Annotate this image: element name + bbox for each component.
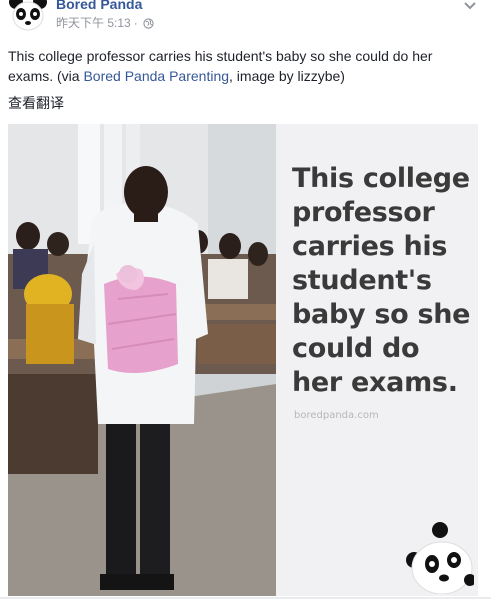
- see-translation-link[interactable]: 查看翻译: [8, 94, 64, 112]
- panda-logo-icon: [406, 522, 474, 594]
- post-caption: This college professor carries his stude…: [8, 46, 478, 86]
- panda-avatar-icon: [8, 0, 48, 34]
- facebook-post: Bored Panda 昨天下午 5:13 · This college prof…: [0, 0, 491, 599]
- boredpanda-watermark: boredpanda.com: [294, 410, 379, 421]
- classroom-photo: [8, 124, 276, 596]
- post-header: Bored Panda 昨天下午 5:13 ·: [0, 0, 491, 38]
- caption-credit: , image by lizzybe): [229, 68, 345, 84]
- globe-icon[interactable]: [143, 18, 154, 32]
- post-timestamp[interactable]: 昨天下午 5:13: [56, 16, 131, 30]
- headline-panel: This college professor carries his stude…: [276, 124, 478, 596]
- page-avatar[interactable]: [8, 0, 48, 34]
- page-name-link[interactable]: Bored Panda: [56, 0, 142, 12]
- chevron-down-icon[interactable]: [461, 0, 479, 14]
- image-headline: This college professor carries his stude…: [292, 163, 471, 398]
- bored-panda-parenting-link[interactable]: Bored Panda Parenting: [83, 68, 229, 84]
- post-image[interactable]: This college professor carries his stude…: [8, 124, 478, 596]
- post-meta: 昨天下午 5:13 ·: [56, 16, 154, 32]
- meta-separator: ·: [133, 16, 138, 30]
